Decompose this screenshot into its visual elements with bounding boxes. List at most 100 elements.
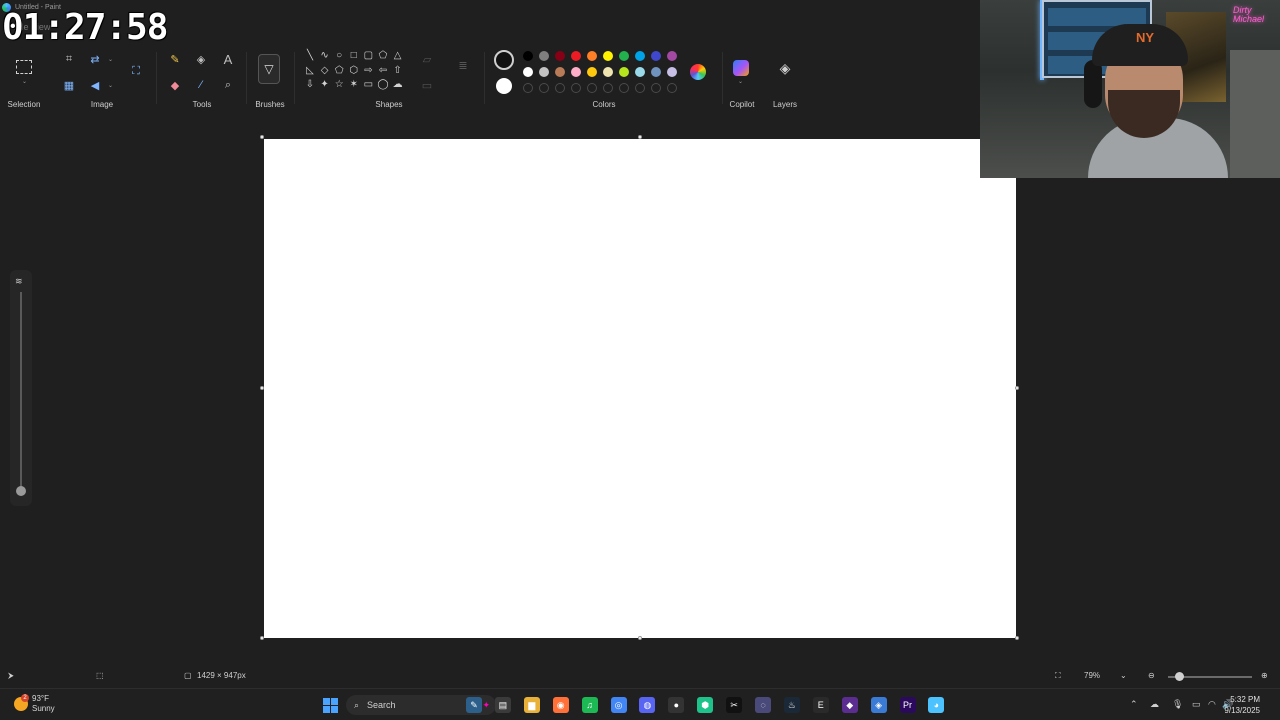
resize-handle[interactable] — [260, 135, 264, 139]
four-point-star-icon[interactable]: ✦ — [319, 79, 331, 91]
resize-handle[interactable] — [638, 636, 642, 640]
color-swatch[interactable] — [523, 67, 533, 77]
select-rectangle-button[interactable] — [15, 58, 33, 76]
custom-color-slot[interactable] — [555, 83, 565, 93]
app-blue-icon[interactable]: ◈ — [870, 697, 887, 713]
chevron-up-icon[interactable]: ⌃ — [1130, 699, 1138, 710]
copilot-icon[interactable] — [733, 60, 749, 76]
right-triangle-icon[interactable]: ◺ — [304, 65, 316, 77]
app-discord-alt-icon[interactable]: ◌ — [755, 697, 771, 713]
color-swatch[interactable] — [571, 51, 581, 61]
rectangle-icon[interactable]: □ — [348, 50, 360, 62]
firefox-icon[interactable]: ◉ — [552, 697, 569, 713]
resize-handle[interactable] — [260, 636, 264, 640]
microphone-icon[interactable]: 🎙 — [1172, 699, 1183, 710]
diamond-icon[interactable]: ◇ — [319, 65, 331, 77]
line-icon[interactable]: ╲ — [304, 50, 316, 62]
chevron-down-icon[interactable]: ⌄ — [22, 78, 27, 85]
callout-oval-icon[interactable]: ◯ — [377, 79, 389, 91]
spotify-icon[interactable]: ♫ — [581, 697, 598, 713]
down-arrow-icon[interactable]: ⇩ — [304, 79, 316, 91]
layers-icon[interactable]: ◈ — [776, 60, 794, 78]
right-arrow-icon[interactable]: ⇨ — [362, 65, 374, 77]
custom-color-slot[interactable] — [667, 83, 677, 93]
resize-handle[interactable] — [1015, 636, 1019, 640]
color-picker-button[interactable]: ⁄ — [192, 76, 210, 94]
resize-handle[interactable] — [638, 135, 642, 139]
curve-icon[interactable]: ∿ — [319, 50, 331, 62]
color-swatch[interactable] — [571, 67, 581, 77]
color-swatch[interactable] — [651, 67, 661, 77]
weather-widget[interactable]: 2 93°F Sunny — [14, 694, 55, 714]
secondary-color-button[interactable] — [496, 78, 512, 94]
brush-size-slider[interactable]: ≋ — [10, 270, 32, 506]
pencil-button[interactable]: ✎ — [166, 50, 184, 68]
color-swatch[interactable] — [619, 51, 629, 61]
pentagon-icon[interactable]: ⬠ — [333, 65, 345, 77]
left-arrow-icon[interactable]: ⇦ — [377, 65, 389, 77]
file-explorer-task-icon[interactable]: ▤ — [494, 697, 511, 713]
color-swatch[interactable] — [539, 67, 549, 77]
zoom-level[interactable]: 79% — [1084, 671, 1100, 680]
color-swatch[interactable] — [587, 67, 597, 77]
color-swatch[interactable] — [603, 51, 613, 61]
color-swatch[interactable] — [587, 51, 597, 61]
slider-thumb[interactable] — [16, 486, 26, 496]
paint-app-icon[interactable]: ◕ — [928, 697, 945, 713]
primary-color-button[interactable] — [494, 50, 514, 70]
image-select-button[interactable]: ⛶ — [127, 62, 145, 80]
zoom-slider-thumb[interactable] — [1175, 672, 1184, 681]
fill-button[interactable]: ◈ — [192, 50, 210, 68]
discord-icon[interactable]: ◍ — [639, 697, 656, 713]
shape-fill-button[interactable]: ▭ — [418, 76, 436, 94]
crop-button[interactable]: ⌗ — [60, 50, 78, 68]
shape-size-button[interactable]: ≣ — [454, 56, 472, 74]
onedrive-icon[interactable]: ☁ — [1150, 699, 1159, 710]
chevron-down-icon[interactable]: ⌄ — [108, 82, 113, 89]
chrome-icon[interactable]: ◎ — [610, 697, 627, 713]
color-swatch[interactable] — [651, 51, 661, 61]
chevron-down-icon[interactable]: ⌄ — [108, 56, 113, 63]
paint-brush-icon[interactable]: ✎ — [466, 697, 482, 713]
oval-icon[interactable]: ○ — [333, 50, 345, 62]
rounded-rectangle-icon[interactable]: ▢ — [362, 50, 374, 62]
resize-handle[interactable] — [1015, 386, 1019, 390]
steam-icon[interactable]: ♨ — [783, 697, 800, 713]
edit-colors-button[interactable] — [690, 64, 706, 80]
color-swatch[interactable] — [635, 67, 645, 77]
custom-color-slot[interactable] — [571, 83, 581, 93]
start-button[interactable] — [322, 697, 339, 713]
callout-cloud-icon[interactable]: ☁ — [392, 79, 404, 91]
five-point-star-icon[interactable]: ☆ — [333, 79, 345, 91]
app-green-icon[interactable]: ⬢ — [697, 697, 714, 713]
color-swatch[interactable] — [667, 67, 677, 77]
polygon-icon[interactable]: ⬠ — [377, 50, 389, 62]
epic-games-icon[interactable]: E — [812, 697, 829, 713]
drawing-canvas[interactable] — [264, 139, 1016, 638]
folder-icon[interactable]: ▆ — [523, 697, 540, 713]
triangle-icon[interactable]: △ — [392, 50, 404, 62]
custom-color-slot[interactable] — [523, 83, 533, 93]
brushes-button[interactable]: ▽ — [258, 54, 280, 84]
wifi-icon[interactable]: ◠ — [1208, 699, 1216, 710]
visual-studio-icon[interactable]: ◆ — [841, 697, 858, 713]
zoom-out-icon[interactable]: ⊖ — [1148, 671, 1155, 680]
hexagon-icon[interactable]: ⬡ — [348, 65, 360, 77]
capcut-icon[interactable]: ✂ — [726, 697, 743, 713]
chevron-down-icon[interactable]: ⌄ — [1120, 671, 1127, 680]
background-removal-button[interactable]: ▦ — [60, 76, 78, 94]
obs-icon[interactable]: ● — [668, 697, 685, 713]
color-swatch[interactable] — [555, 67, 565, 77]
display-icon[interactable]: ▭ — [1192, 699, 1201, 710]
custom-color-slot[interactable] — [603, 83, 613, 93]
custom-color-slot[interactable] — [587, 83, 597, 93]
outline-button[interactable]: ▱ — [418, 50, 436, 68]
up-arrow-icon[interactable]: ⇧ — [392, 65, 404, 77]
custom-color-slot[interactable] — [635, 83, 645, 93]
color-swatch[interactable] — [603, 67, 613, 77]
six-point-star-icon[interactable]: ✶ — [348, 79, 360, 91]
color-swatch[interactable] — [523, 51, 533, 61]
custom-color-slot[interactable] — [651, 83, 661, 93]
flip-button[interactable]: ◀ — [86, 76, 104, 94]
color-swatch[interactable] — [635, 51, 645, 61]
